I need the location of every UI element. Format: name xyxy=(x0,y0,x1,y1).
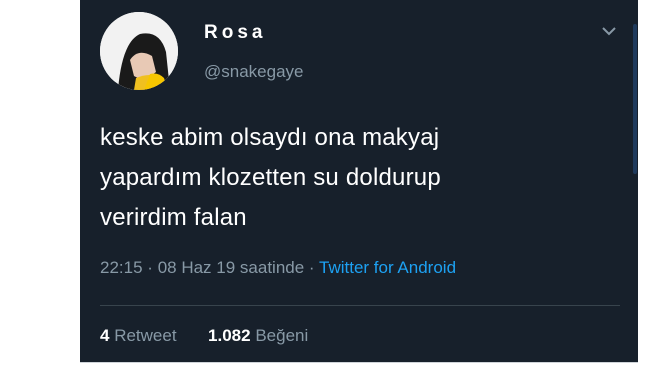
tweet-text-line: keske abim olsaydı ona makyaj xyxy=(100,124,440,151)
avatar-image xyxy=(100,12,178,90)
tweet-time[interactable]: 22:15 xyxy=(100,258,143,277)
meta-separator: · xyxy=(147,258,153,277)
meta-separator: · xyxy=(308,258,315,277)
user-handle[interactable]: @snakegaye xyxy=(204,62,304,82)
tweet-meta: 22:15 · 08 Haz 19 saatinde · Twitter for… xyxy=(100,258,456,278)
chevron-down-icon[interactable] xyxy=(600,24,618,38)
tweet-date[interactable]: 08 Haz 19 saatinde xyxy=(158,258,305,277)
page-background-strip xyxy=(80,362,638,379)
retweet-label[interactable]: Retweet xyxy=(114,326,176,345)
tweet-text-line: verirdim falan xyxy=(100,204,247,231)
tweet-text: keske abim olsaydı ona makyaj yapardım k… xyxy=(100,118,600,238)
tweet-source-link[interactable]: Twitter for Android xyxy=(319,258,456,277)
divider xyxy=(100,305,620,306)
retweet-count[interactable]: 4 xyxy=(100,326,109,345)
avatar[interactable] xyxy=(100,12,178,90)
like-label[interactable]: Beğeni xyxy=(255,326,308,345)
tweet-card: Rosa @snakegaye keske abim olsaydı ona m… xyxy=(80,0,638,378)
scrollbar[interactable] xyxy=(633,24,637,174)
display-name[interactable]: Rosa xyxy=(204,22,266,44)
tweet-stats: 4 Retweet 1.082 Beğeni xyxy=(100,326,308,346)
tweet-text-line: yapardım klozetten su doldurup xyxy=(100,164,441,191)
like-count[interactable]: 1.082 xyxy=(208,326,251,345)
